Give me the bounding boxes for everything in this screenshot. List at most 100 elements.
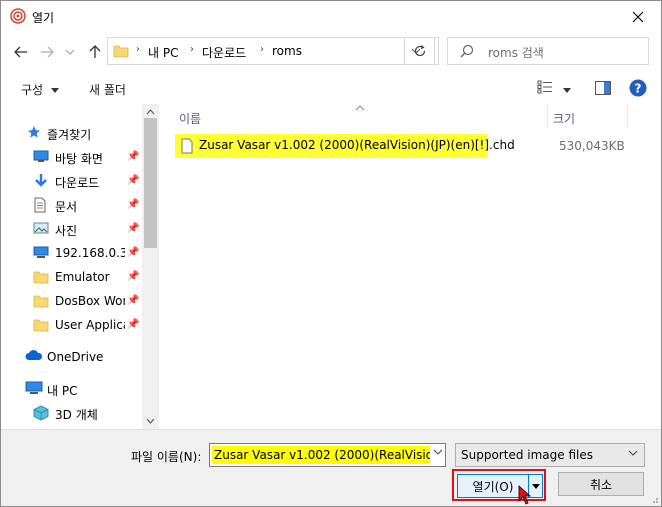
sidebar-item-label: OneDrive [47,350,104,364]
sidebar-item-network-drive[interactable]: 192.168.0.3 📌 [1,242,143,264]
sidebar-item-label: 내 PC [47,384,78,398]
column-divider[interactable] [627,104,628,128]
address-bar[interactable]: › 내 PC › 다운로드 › roms [107,37,439,65]
sidebar-scrollbar[interactable] [142,104,159,429]
mouse-cursor-icon [518,485,532,505]
sidebar-item-quick-access[interactable]: 즐겨찾기 [1,122,143,144]
pin-icon: 📌 [127,295,140,306]
chevron-down-icon [66,49,74,55]
forward-arrow-icon [41,46,54,58]
app-icon [10,8,26,24]
search-placeholder: roms 검색 [488,46,544,60]
caret-down-icon [562,88,571,93]
file-name: Zusar Vasar v1.002 (2000)(RealVision)(JP… [199,138,515,152]
preview-pane-icon [595,81,611,95]
details-view-icon [537,80,552,94]
forward-button[interactable] [37,42,57,62]
sidebar-item-3d-objects[interactable]: 3D 개체 [1,402,143,424]
cloud-icon [25,349,43,365]
star-icon [27,125,43,141]
sidebar-item-pictures[interactable]: 사진 📌 [1,218,143,240]
chevron-right-icon: › [260,44,264,55]
help-button[interactable]: ? [629,79,647,100]
search-box[interactable]: roms 검색 [447,37,649,65]
breadcrumb-this-pc[interactable]: 내 PC [148,44,178,61]
organize-label: 구성 [21,83,44,97]
column-header-name[interactable]: 이름 [179,110,201,127]
folder-icon [113,43,129,59]
sidebar-item-label: 문서 [55,200,78,214]
sidebar-item-label: 바탕 화면 [55,152,103,166]
folder-icon [33,269,49,285]
up-button[interactable] [85,42,105,62]
breadcrumb-downloads[interactable]: 다운로드 [202,44,246,61]
chevron-down-icon [433,449,443,455]
sidebar-item-label: Emulator [55,270,110,284]
dialog-footer: 파일 이름(N): Zusar Vasar v1.002 (2000)(Real… [1,429,661,506]
close-icon [632,11,644,22]
column-divider[interactable] [547,104,548,128]
toolbar: 구성 새 폴더 ? [1,72,661,104]
document-icon [33,197,49,213]
folder-icon [33,317,49,333]
cancel-button[interactable]: 취소 [558,472,644,496]
refresh-icon [414,45,425,57]
pin-icon: 📌 [127,271,140,282]
svg-text:?: ? [635,82,642,96]
back-button[interactable] [11,42,31,62]
scrollbar-thumb[interactable] [144,118,157,248]
back-arrow-icon [14,46,27,58]
caret-down-icon [531,483,540,489]
view-options-button[interactable] [537,80,571,97]
sidebar-item-this-pc[interactable]: 내 PC [1,378,143,400]
sidebar-item-emulator[interactable]: Emulator 📌 [1,266,143,288]
chevron-right-icon: › [190,44,194,55]
sidebar-item-desktop[interactable]: 바탕 화면 📌 [1,146,143,168]
sidebar-item-label: 3D 개체 [55,408,98,422]
pin-icon: 📌 [127,247,140,258]
pin-icon: 📌 [127,151,140,162]
file-icon [181,138,193,157]
pin-icon: 📌 [127,199,140,210]
folder-icon [33,293,49,309]
scroll-down-icon [146,418,155,424]
breadcrumb-roms[interactable]: roms [272,44,302,58]
window-title: 열기 [32,11,55,25]
sidebar-item-documents[interactable]: 문서 📌 [1,194,143,216]
help-icon: ? [629,79,647,97]
refresh-button[interactable] [405,37,435,65]
pin-icon: 📌 [127,175,140,186]
pin-icon: 📌 [127,319,140,330]
sidebar-item-user-applications[interactable]: User Applicat 📌 [1,314,143,336]
filename-combobox[interactable]: Zusar Vasar v1.002 (2000)(RealVision)(JP… [209,443,446,467]
filename-label: 파일 이름(N): [131,450,202,464]
recent-locations-button[interactable] [63,42,77,62]
sort-ascending-icon [355,105,365,111]
filename-input[interactable]: Zusar Vasar v1.002 (2000)(RealVision)(JP… [212,446,430,464]
close-button[interactable] [615,1,661,32]
filetype-select[interactable]: Supported image files [455,443,645,467]
new-folder-button[interactable]: 새 폴더 [89,81,126,98]
network-drive-icon [33,245,49,261]
search-icon [460,44,474,61]
sidebar-item-downloads[interactable]: 다운로드 📌 [1,170,143,192]
sidebar-item-label: 다운로드 [55,176,100,190]
title-bar: 열기 [1,1,661,32]
file-list: 이름 크기 Zusar Vasar v1.002 (2000)(RealVisi… [159,104,661,429]
column-header-size[interactable]: 크기 [553,110,575,127]
chevron-right-icon: › [136,44,140,55]
download-arrow-icon [33,173,49,189]
file-size: 530,043KB [559,139,625,153]
sidebar-item-onedrive[interactable]: OneDrive [1,346,143,368]
organize-button[interactable]: 구성 [21,81,59,98]
scroll-up-icon [146,109,155,115]
navigation-pane: 즐겨찾기 바탕 화면 📌 다운로드 📌 문서 📌 사진 📌 192.168.0.… [1,104,157,429]
preview-pane-button[interactable] [595,81,611,98]
file-row[interactable]: Zusar Vasar v1.002 (2000)(RealVision)(JP… [175,134,515,158]
sidebar-item-dosbox-work[interactable]: DosBox Work 📌 [1,290,143,312]
sidebar-item-label: 192.168.0.3 [55,246,125,260]
sidebar-item-label: User Applicat [55,318,125,332]
up-arrow-icon [89,45,101,58]
resize-grip-icon[interactable] [649,494,659,504]
computer-icon [25,381,43,397]
